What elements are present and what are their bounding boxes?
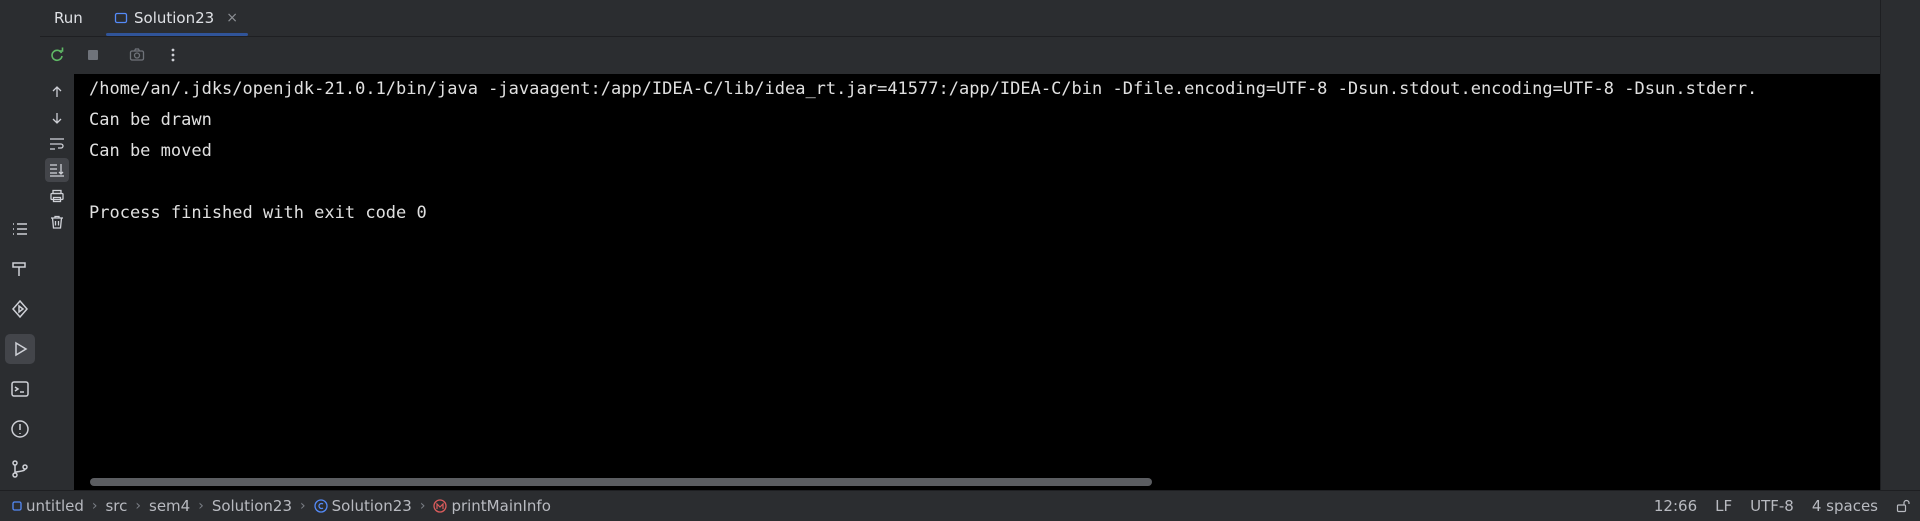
- console-line: Can be drawn: [89, 110, 212, 130]
- git-branch-icon: [12, 460, 28, 478]
- git-tool-button[interactable]: [5, 454, 35, 484]
- chevron-right-icon: ›: [91, 498, 98, 514]
- run-tool-button[interactable]: [5, 334, 35, 364]
- hammer-icon: [12, 262, 26, 276]
- scroll-to-end-button[interactable]: [45, 158, 69, 182]
- structure-icon: [13, 223, 27, 235]
- print-button[interactable]: [45, 184, 69, 208]
- breadcrumb-src[interactable]: src: [105, 497, 127, 515]
- chevron-right-icon: ›: [135, 498, 141, 514]
- right-tool-strip: [1880, 0, 1920, 490]
- rerun-icon: [51, 47, 64, 62]
- breadcrumb-project[interactable]: untitled: [12, 497, 84, 515]
- console-exit-line: Process finished with exit code 0: [89, 203, 427, 223]
- structure-tool-button[interactable]: [5, 214, 35, 244]
- scroll-up-button[interactable]: [45, 80, 69, 104]
- status-bar: untitled › src › sem4 › Solution23 › Sol…: [0, 490, 1920, 521]
- caret-position[interactable]: 12:66: [1654, 497, 1697, 515]
- console-line: Can be moved: [89, 141, 212, 161]
- clear-all-button[interactable]: [45, 210, 69, 234]
- run-config-icon: [114, 12, 128, 24]
- arrow-down-icon: [52, 113, 62, 124]
- services-icon: [12, 299, 28, 319]
- trash-icon: [51, 215, 63, 229]
- camera-icon: [129, 48, 145, 61]
- rerun-button[interactable]: [46, 44, 68, 66]
- build-tool-button[interactable]: [5, 254, 35, 284]
- scroll-to-end-icon: [50, 164, 64, 177]
- tab-underline: [106, 33, 248, 36]
- tab-label: Solution23: [134, 9, 215, 27]
- line-separator[interactable]: LF: [1715, 497, 1732, 515]
- soft-wrap-button[interactable]: [45, 132, 69, 156]
- console-side-toolbar: [40, 74, 74, 488]
- lock-file-icon[interactable]: [1896, 499, 1910, 513]
- file-encoding[interactable]: UTF-8: [1750, 497, 1794, 515]
- breadcrumb-class[interactable]: Solution23: [313, 497, 412, 515]
- close-icon[interactable]: ×: [226, 10, 238, 26]
- scroll-down-button[interactable]: [45, 106, 69, 130]
- module-icon: [12, 501, 22, 511]
- console-output[interactable]: /home/an/.jdks/openjdk-21.0.1/bin/java -…: [74, 74, 1880, 490]
- stop-icon: [88, 50, 98, 60]
- left-tool-strip: [0, 0, 40, 490]
- stop-button[interactable]: [82, 44, 104, 66]
- more-icon: [171, 48, 175, 62]
- class-icon: [313, 499, 328, 513]
- breadcrumb-method[interactable]: printMainInfo: [433, 497, 551, 515]
- terminal-tool-button[interactable]: [5, 374, 35, 404]
- chevron-right-icon: ›: [419, 498, 426, 514]
- more-options-button[interactable]: [162, 44, 184, 66]
- problems-icon: [11, 420, 29, 438]
- console-command-line: /home/an/.jdks/openjdk-21.0.1/bin/java -…: [89, 79, 1758, 99]
- printer-icon: [50, 189, 64, 203]
- arrow-up-icon: [52, 86, 62, 97]
- run-tab-bar: Run Solution23 ×: [40, 0, 1880, 37]
- screenshot-button[interactable]: [126, 44, 148, 66]
- breadcrumb-file[interactable]: Solution23: [212, 497, 292, 515]
- status-widgets: 12:66 LF UTF-8 4 spaces: [1654, 491, 1910, 521]
- horizontal-scrollbar[interactable]: [90, 478, 1152, 486]
- run-icon: [15, 341, 28, 357]
- breadcrumb-package[interactable]: sem4: [149, 497, 190, 515]
- chevron-right-icon: ›: [300, 498, 306, 514]
- indent-setting[interactable]: 4 spaces: [1812, 497, 1878, 515]
- chevron-right-icon: ›: [198, 498, 204, 514]
- soft-wrap-icon: [50, 138, 64, 150]
- services-tool-button[interactable]: [5, 294, 35, 324]
- terminal-icon: [11, 381, 29, 397]
- tool-window-title: Run: [54, 9, 83, 27]
- breadcrumb: untitled › src › sem4 › Solution23 › Sol…: [0, 497, 551, 515]
- problems-tool-button[interactable]: [5, 414, 35, 444]
- run-toolbar: [40, 37, 1886, 73]
- tab-solution23[interactable]: Solution23 ×: [106, 0, 248, 36]
- method-icon: [433, 499, 448, 513]
